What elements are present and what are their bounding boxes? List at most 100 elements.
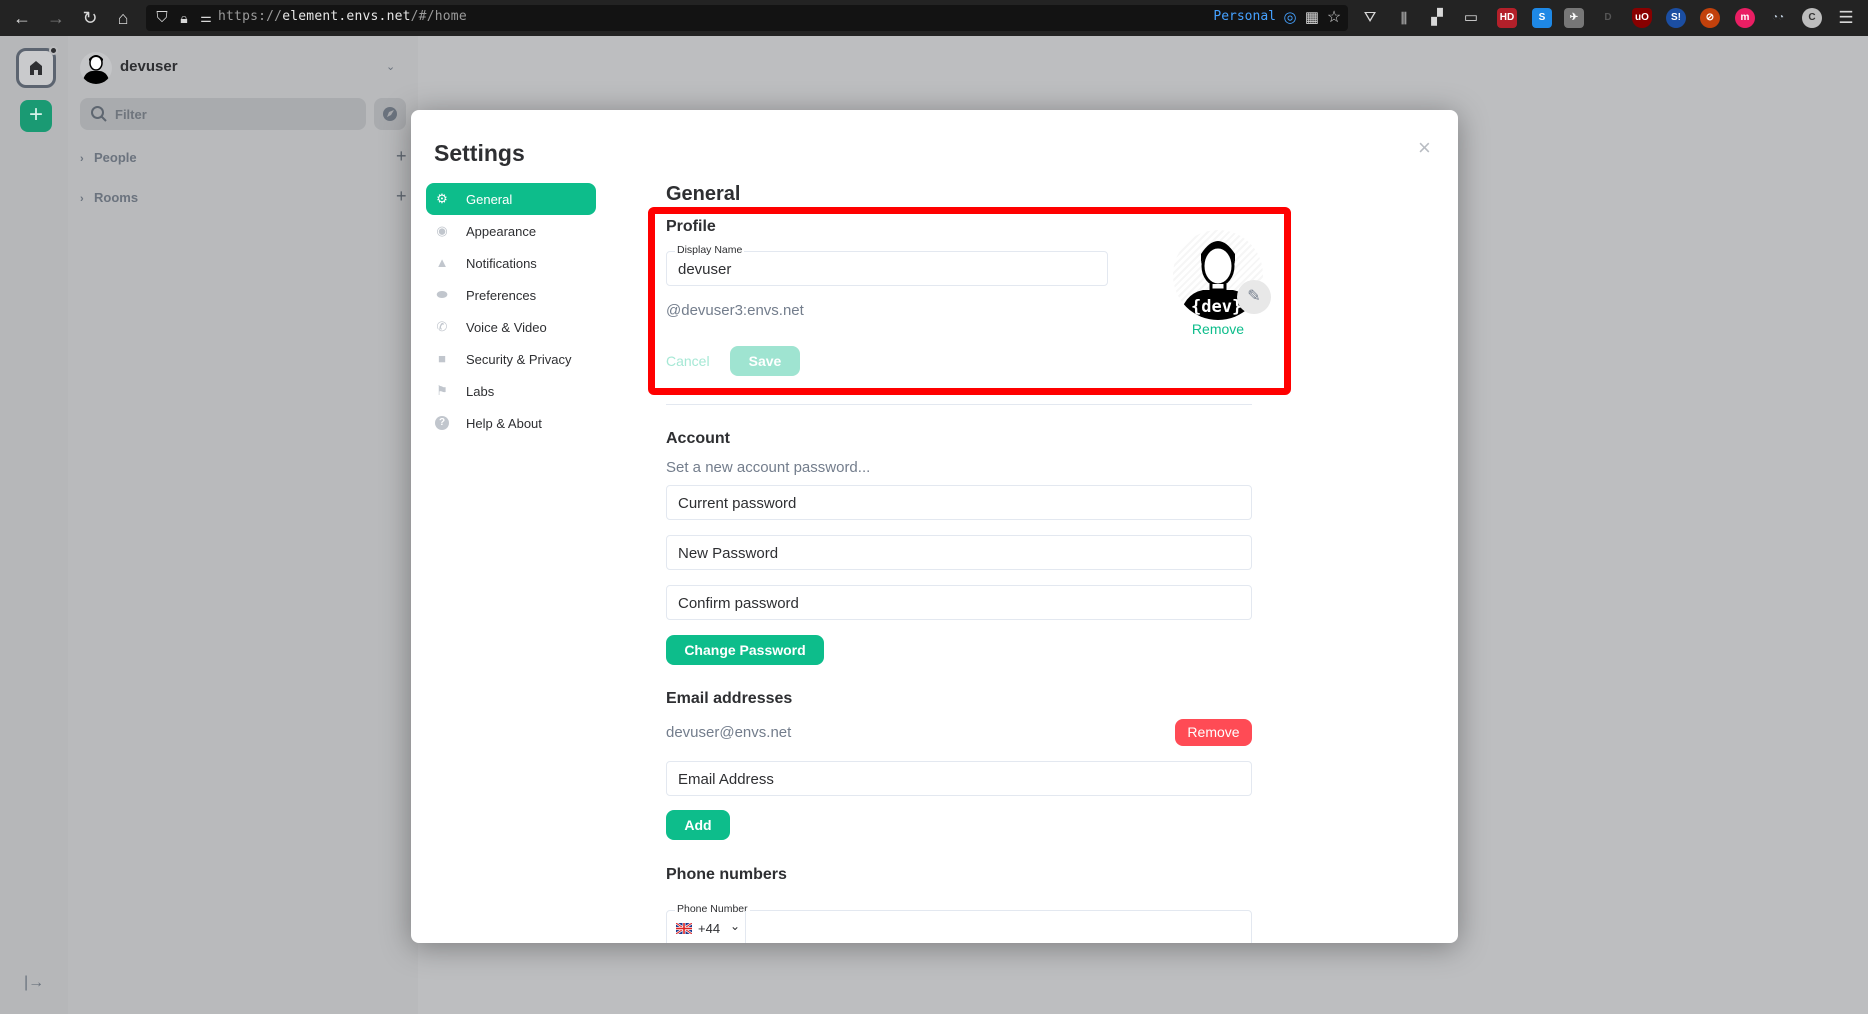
edit-avatar-icon[interactable]: ✎ [1237, 280, 1271, 314]
tab-security-privacy[interactable]: ■ Security & Privacy [426, 343, 596, 375]
forward-icon[interactable]: → [44, 6, 68, 30]
remove-avatar-button[interactable]: Remove [1186, 321, 1250, 337]
shield-icon[interactable]: ⛉ [150, 6, 174, 30]
developer-avatar-icon [82, 55, 110, 84]
tab-label: General [466, 192, 513, 207]
qr-icon[interactable]: ▦ [1300, 6, 1324, 30]
tab-label: Appearance [466, 224, 537, 239]
home-space-button[interactable] [16, 46, 58, 88]
account-subtitle: Set a new account password... [666, 459, 871, 476]
home-icon[interactable]: ⌂ [111, 6, 135, 30]
chevron-right-icon: › [80, 193, 84, 205]
country-code-dropdown[interactable]: +44 ⌄ [667, 911, 746, 943]
email-address-item: devuser@envs.net [666, 724, 792, 741]
rooms-section-label: Rooms [94, 190, 139, 205]
search-icon [91, 106, 107, 122]
tab-labs[interactable]: ⚑ Labs [426, 375, 596, 407]
email-address-input[interactable]: Email Address [666, 761, 1252, 796]
confirm-password-placeholder: Confirm password [678, 595, 799, 612]
toggle-icon: ⬬ [436, 287, 448, 302]
chevron-down-icon[interactable]: ⌄ [386, 60, 395, 73]
display-name-value: devuser [678, 261, 732, 278]
lock-icon: ■ [438, 351, 446, 366]
user-id: @devuser3:envs.net [666, 302, 804, 319]
settings-content: General Profile Display Name devuser @de… [666, 110, 1458, 943]
change-password-button[interactable]: Change Password [666, 635, 824, 665]
confirm-password-input[interactable]: Confirm password [666, 585, 1252, 620]
section-divider [666, 404, 1252, 405]
email-address-placeholder: Email Address [678, 771, 774, 788]
sidebar-icon[interactable]: ▭ [1459, 6, 1483, 30]
pocket-icon[interactable]: ⛛ [1358, 6, 1382, 30]
new-password-placeholder: New Password [678, 545, 779, 562]
add-room-button[interactable]: + [396, 186, 407, 207]
eye-icon: ◉ [436, 223, 448, 238]
people-section-header[interactable]: › People [80, 150, 137, 165]
cancel-button[interactable]: Cancel [666, 353, 710, 369]
tab-preferences[interactable]: ⬬ Preferences [426, 279, 596, 311]
current-password-input[interactable]: Current password [666, 485, 1252, 520]
country-code: +44 [698, 921, 721, 936]
ublock-icon[interactable]: uO [1632, 8, 1652, 28]
url-text[interactable]: https://element.envs.net/#/home [218, 9, 467, 24]
user-avatar[interactable] [80, 52, 112, 84]
display-name-field[interactable]: Display Name devuser [666, 244, 1108, 286]
user-menu-name[interactable]: devuser [120, 58, 178, 75]
filter-input[interactable]: Filter [80, 98, 366, 130]
expand-sidebar-icon[interactable]: |→ [24, 974, 44, 992]
phone-number-field[interactable]: Phone Number +44 ⌄ [666, 903, 1252, 943]
compass-icon [383, 107, 397, 121]
library-icon[interactable]: ⫼ [1392, 6, 1416, 30]
m-extension-icon[interactable]: m [1735, 8, 1755, 28]
hd-extension-icon[interactable]: HD [1497, 8, 1517, 28]
remove-email-button[interactable]: Remove [1175, 719, 1252, 746]
create-space-button[interactable]: + [20, 100, 52, 132]
permissions-icon[interactable]: ⚌ [194, 6, 218, 30]
notification-dot [49, 46, 58, 55]
s-bang-extension-icon[interactable]: S! [1666, 8, 1686, 28]
save-button[interactable]: Save [730, 346, 800, 376]
tab-label: Help & About [466, 416, 542, 431]
tab-voice-video[interactable]: ✆ Voice & Video [426, 311, 596, 343]
phone-heading: Phone numbers [666, 866, 787, 883]
chevron-right-icon: › [80, 153, 84, 165]
add-people-button[interactable]: + [396, 146, 407, 167]
d-extension-icon[interactable]: D [1598, 8, 1618, 28]
no-fox-extension-icon[interactable]: ⊘ [1700, 8, 1720, 28]
current-password-placeholder: Current password [678, 495, 797, 512]
tab-notifications[interactable]: ▲ Notifications [426, 247, 596, 279]
browser-toolbar: ← → ↻ ⌂ ⛉ 🔒︎ ⚌ https://element.envs.net/… [0, 0, 1868, 36]
container-label[interactable]: Personal [1213, 9, 1276, 24]
account-avatar-icon[interactable]: C [1802, 8, 1822, 28]
tab-appearance[interactable]: ◉ Appearance [426, 215, 596, 247]
svg-text:{dev}: {dev} [1191, 297, 1242, 317]
tab-help-about[interactable]: ? Help & About [426, 407, 596, 439]
tab-label: Security & Privacy [466, 352, 572, 367]
tab-label: Preferences [466, 288, 537, 303]
space-bar: + |→ [0, 36, 68, 1014]
back-icon[interactable]: ← [10, 6, 34, 30]
phone-icon: ✆ [436, 319, 448, 334]
email-heading: Email addresses [666, 690, 793, 707]
account-heading: Account [666, 430, 730, 447]
tab-label: Labs [466, 384, 495, 399]
extensions-icon[interactable]: ▞ [1425, 6, 1449, 30]
explore-rooms-button[interactable] [374, 98, 406, 130]
new-password-input[interactable]: New Password [666, 535, 1252, 570]
general-heading: General [666, 183, 741, 205]
s-extension-icon[interactable]: S [1532, 8, 1552, 28]
tab-label: Notifications [466, 256, 537, 271]
bell-icon: ▲ [435, 255, 449, 270]
bookmark-star-icon[interactable]: ☆ [1322, 6, 1346, 30]
flag-icon: ⚑ [436, 383, 448, 398]
sneaker-extension-icon[interactable]: ✈ [1564, 8, 1584, 28]
url-bar[interactable]: ⛉ 🔒︎ ⚌ https://element.envs.net/#/home P… [146, 5, 1348, 31]
menu-icon[interactable]: ☰ [1834, 6, 1858, 30]
add-email-button[interactable]: Add [666, 810, 730, 840]
fingerprint-icon: ◎ [1283, 9, 1297, 26]
rooms-section-header[interactable]: › Rooms [80, 190, 138, 205]
reload-icon[interactable]: ↻ [78, 6, 102, 30]
lock-icon[interactable]: 🔒︎ [172, 6, 196, 30]
tab-general[interactable]: ⚙ General [426, 183, 596, 215]
spy-extension-icon[interactable]: ◔◔ [1768, 8, 1788, 28]
